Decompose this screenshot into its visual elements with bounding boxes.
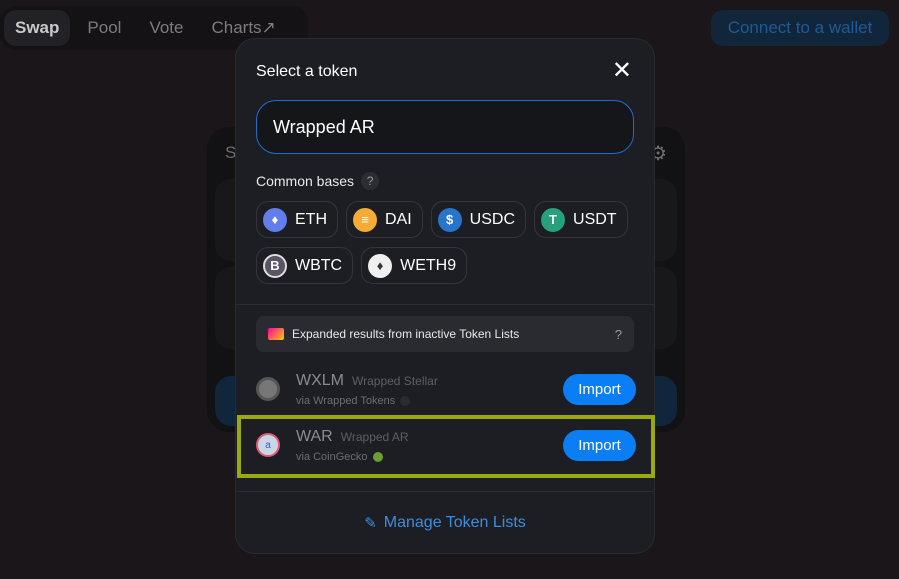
list-logo-icon [400,395,411,406]
help-icon[interactable]: ? [361,172,380,190]
common-bases: ♦ ETH ≡ DAI $ USDC T USDT B WBTC ♦ WETH9 [256,201,646,284]
edit-icon: ✎ [364,514,377,532]
connect-wallet-button[interactable]: Connect to a wallet [711,10,889,46]
help-icon[interactable]: ? [615,327,622,342]
close-icon[interactable]: ✕ [612,59,632,83]
tab-vote[interactable]: Vote [138,10,194,46]
base-label: DAI [385,210,412,228]
manage-label: Manage Token Lists [383,513,526,531]
base-usdc[interactable]: $ USDC [430,201,527,238]
base-label: WETH9 [400,256,457,274]
base-label: USDC [469,210,516,228]
token-row-wxlm[interactable]: WXLM Wrapped Stellar via Wrapped Tokens I… [236,361,654,417]
base-label: ETH [295,210,327,228]
base-usdt[interactable]: T USDT [534,201,628,238]
eth-icon: ♦ [263,207,287,232]
common-bases-text: Common bases [256,173,355,189]
token-source: via Wrapped Tokens [296,394,396,407]
base-weth9[interactable]: ♦ WETH9 [361,247,468,284]
weth-icon: ♦ [368,253,393,278]
common-bases-label: Common bases ? [256,172,380,190]
usdc-icon: $ [437,207,462,232]
banner-text: Expanded results from inactive Token Lis… [292,327,520,341]
modal-title: Select a token [256,63,358,80]
manage-token-lists-button[interactable]: ✎ Manage Token Lists [236,491,654,553]
base-eth[interactable]: ♦ ETH [256,201,338,238]
import-button[interactable]: Import [563,373,636,405]
usdt-icon: T [541,207,566,232]
token-search-input[interactable] [256,100,634,154]
wbtc-icon: B [263,253,287,278]
base-label: USDT [573,210,617,228]
token-list-icon [268,328,284,340]
inactive-lists-banner: Expanded results from inactive Token Lis… [256,316,634,352]
wxlm-logo-icon [256,377,280,401]
token-name: Wrapped Stellar [352,373,438,388]
divider [236,304,654,305]
base-label: WBTC [295,256,343,274]
token-symbol: WXLM [296,371,344,389]
tab-swap[interactable]: Swap [4,10,71,46]
highlight-box [237,415,655,478]
base-wbtc[interactable]: B WBTC [256,247,354,284]
dai-icon: ≡ [353,207,377,232]
tab-pool[interactable]: Pool [76,10,132,46]
base-dai[interactable]: ≡ DAI [346,201,423,238]
